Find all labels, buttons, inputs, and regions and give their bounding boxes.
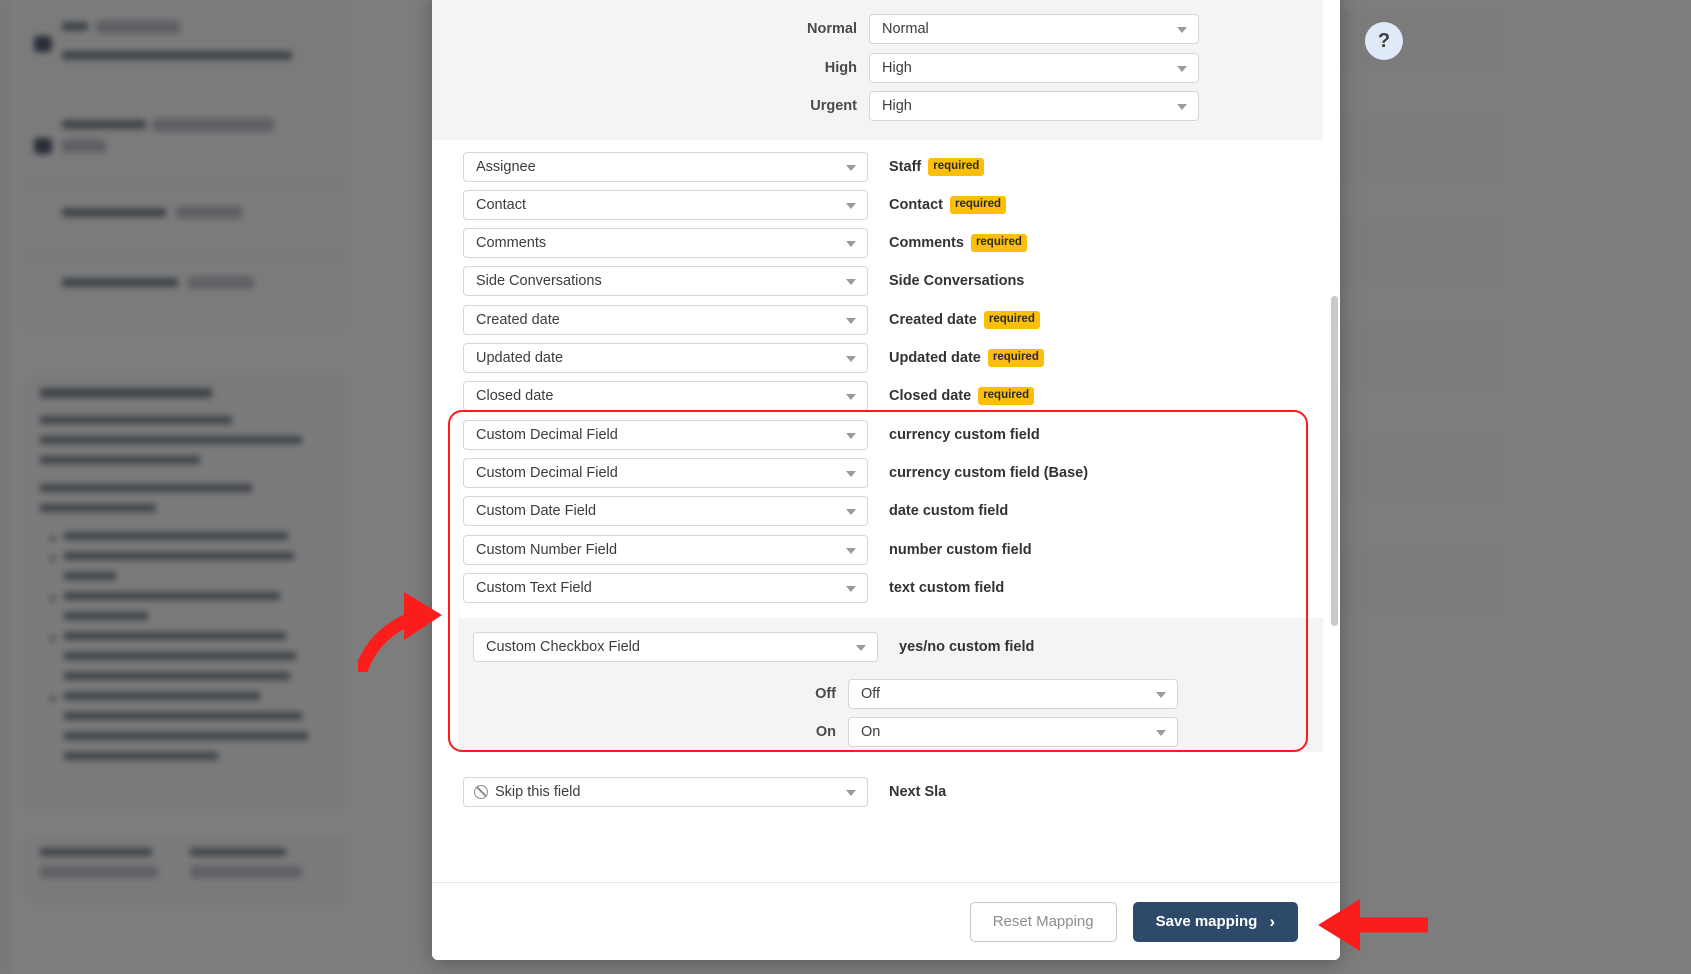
- target-field: Created date required: [889, 311, 1040, 329]
- status-badge: required: [978, 387, 1035, 405]
- source-field-select[interactable]: Assignee: [463, 152, 868, 182]
- mapping-scroll-area[interactable]: Normal Normal High High Urgent High Assi…: [432, 0, 1323, 882]
- target-field: number custom field: [889, 542, 1032, 558]
- table-row: Closed date Closed date required: [432, 377, 1323, 415]
- target-field: currency custom field: [889, 427, 1040, 443]
- target-field: Updated date required: [889, 349, 1044, 367]
- table-row: Updated date Updated date required: [432, 339, 1323, 377]
- priority-row: High High: [432, 53, 1323, 83]
- source-field-select[interactable]: Custom Checkbox Field: [473, 632, 878, 662]
- table-row: Comments Comments required: [432, 224, 1323, 262]
- table-row: Contact Contact required: [432, 186, 1323, 224]
- target-field-label: Next Sla: [889, 784, 947, 800]
- table-row: Custom Date Field date custom field: [432, 492, 1323, 530]
- chevron-right-icon: ›: [1269, 911, 1275, 931]
- priority-row: Normal Normal: [432, 14, 1323, 44]
- status-badge: required: [987, 349, 1044, 367]
- target-field-label: Side Conversations: [889, 273, 1025, 289]
- table-row: Custom Text Field text custom field: [432, 569, 1323, 607]
- reset-mapping-button[interactable]: Reset Mapping: [969, 901, 1117, 942]
- priority-select-urgent[interactable]: High: [869, 91, 1199, 121]
- target-field: text custom field: [889, 580, 1004, 596]
- status-badge: required: [970, 234, 1027, 252]
- priority-label: Urgent: [810, 98, 857, 114]
- priority-row: Urgent High: [432, 91, 1323, 121]
- target-field-label: Staff: [889, 159, 922, 175]
- target-field-label: date custom field: [889, 503, 1009, 519]
- priority-select-normal[interactable]: Normal: [869, 14, 1199, 44]
- source-field-select[interactable]: Custom Decimal Field: [463, 420, 868, 450]
- source-field-select[interactable]: Created date: [463, 305, 868, 335]
- priority-label: Normal: [807, 21, 857, 37]
- table-row: Custom Decimal Field currency custom fie…: [432, 454, 1323, 492]
- target-field-label: currency custom field: [889, 427, 1040, 443]
- table-row: Assignee Staff required: [432, 148, 1323, 186]
- skip-field-label: Skip this field: [495, 784, 581, 800]
- checkbox-value-label: Off: [815, 686, 836, 702]
- source-field-select[interactable]: Custom Decimal Field: [463, 458, 868, 488]
- priority-select-high[interactable]: High: [869, 53, 1199, 83]
- checkbox-value-row: Off Off: [458, 679, 1323, 709]
- table-row: Side Conversations Side Conversations: [432, 262, 1323, 300]
- save-mapping-button[interactable]: Save mapping ›: [1132, 901, 1298, 942]
- target-field: Staff required: [889, 158, 985, 176]
- table-row: Custom Number Field number custom field: [432, 531, 1323, 569]
- target-field-label: Comments: [889, 235, 964, 251]
- no-entry-icon: [474, 785, 488, 799]
- status-badge: required: [983, 311, 1040, 329]
- target-field-label: Contact: [889, 197, 943, 213]
- source-field-select[interactable]: Custom Date Field: [463, 496, 868, 526]
- target-field-label: text custom field: [889, 580, 1005, 596]
- source-field-select[interactable]: Custom Text Field: [463, 573, 868, 603]
- table-row: Skip this field Next Sla: [432, 773, 1323, 811]
- target-field: Contact required: [889, 196, 1006, 214]
- target-field-label: currency custom field (Base): [889, 465, 1089, 481]
- table-row: Created date Created date required: [432, 301, 1323, 339]
- save-mapping-label: Save mapping: [1155, 913, 1258, 930]
- target-field: Next Sla: [889, 784, 946, 800]
- checkbox-field-panel: Custom Checkbox Field yes/no custom fiel…: [458, 618, 1323, 752]
- checkbox-value-select-off[interactable]: Off: [848, 679, 1178, 709]
- target-field: date custom field: [889, 503, 1008, 519]
- target-field: currency custom field (Base): [889, 465, 1088, 481]
- target-field: yes/no custom field: [899, 639, 1034, 655]
- modal-footer: Reset Mapping Save mapping ›: [432, 882, 1340, 960]
- modal-scrollbar[interactable]: [1331, 0, 1338, 876]
- target-field-label: number custom field: [889, 542, 1032, 558]
- table-row: Custom Decimal Field currency custom fie…: [432, 416, 1323, 454]
- source-field-select[interactable]: Updated date: [463, 343, 868, 373]
- target-field: Side Conversations: [889, 273, 1024, 289]
- skip-field-select[interactable]: Skip this field: [463, 777, 868, 807]
- status-badge: required: [949, 196, 1006, 214]
- target-field-label: yes/no custom field: [899, 639, 1035, 655]
- target-field-label: Updated date: [889, 350, 981, 366]
- priority-label: High: [824, 60, 857, 76]
- source-field-select[interactable]: Comments: [463, 228, 868, 258]
- target-field-label: Closed date: [889, 388, 972, 404]
- target-field: Comments required: [889, 234, 1027, 252]
- status-badge: required: [928, 158, 985, 176]
- checkbox-value-row: On On: [458, 717, 1323, 747]
- source-field-select[interactable]: Closed date: [463, 381, 868, 411]
- scrollbar-thumb[interactable]: [1331, 296, 1338, 626]
- source-field-select[interactable]: Contact: [463, 190, 868, 220]
- checkbox-value-label: On: [815, 724, 836, 740]
- table-row: Custom Checkbox Field yes/no custom fiel…: [458, 632, 1323, 662]
- priority-mapping-panel: Normal Normal High High Urgent High: [432, 0, 1323, 140]
- target-field: Closed date required: [889, 387, 1035, 405]
- target-field-label: Created date: [889, 312, 977, 328]
- help-icon[interactable]: ?: [1365, 22, 1403, 60]
- source-field-select[interactable]: Side Conversations: [463, 266, 868, 296]
- field-mapping-modal: Normal Normal High High Urgent High Assi…: [432, 0, 1340, 960]
- checkbox-value-select-on[interactable]: On: [848, 717, 1178, 747]
- source-field-select[interactable]: Custom Number Field: [463, 535, 868, 565]
